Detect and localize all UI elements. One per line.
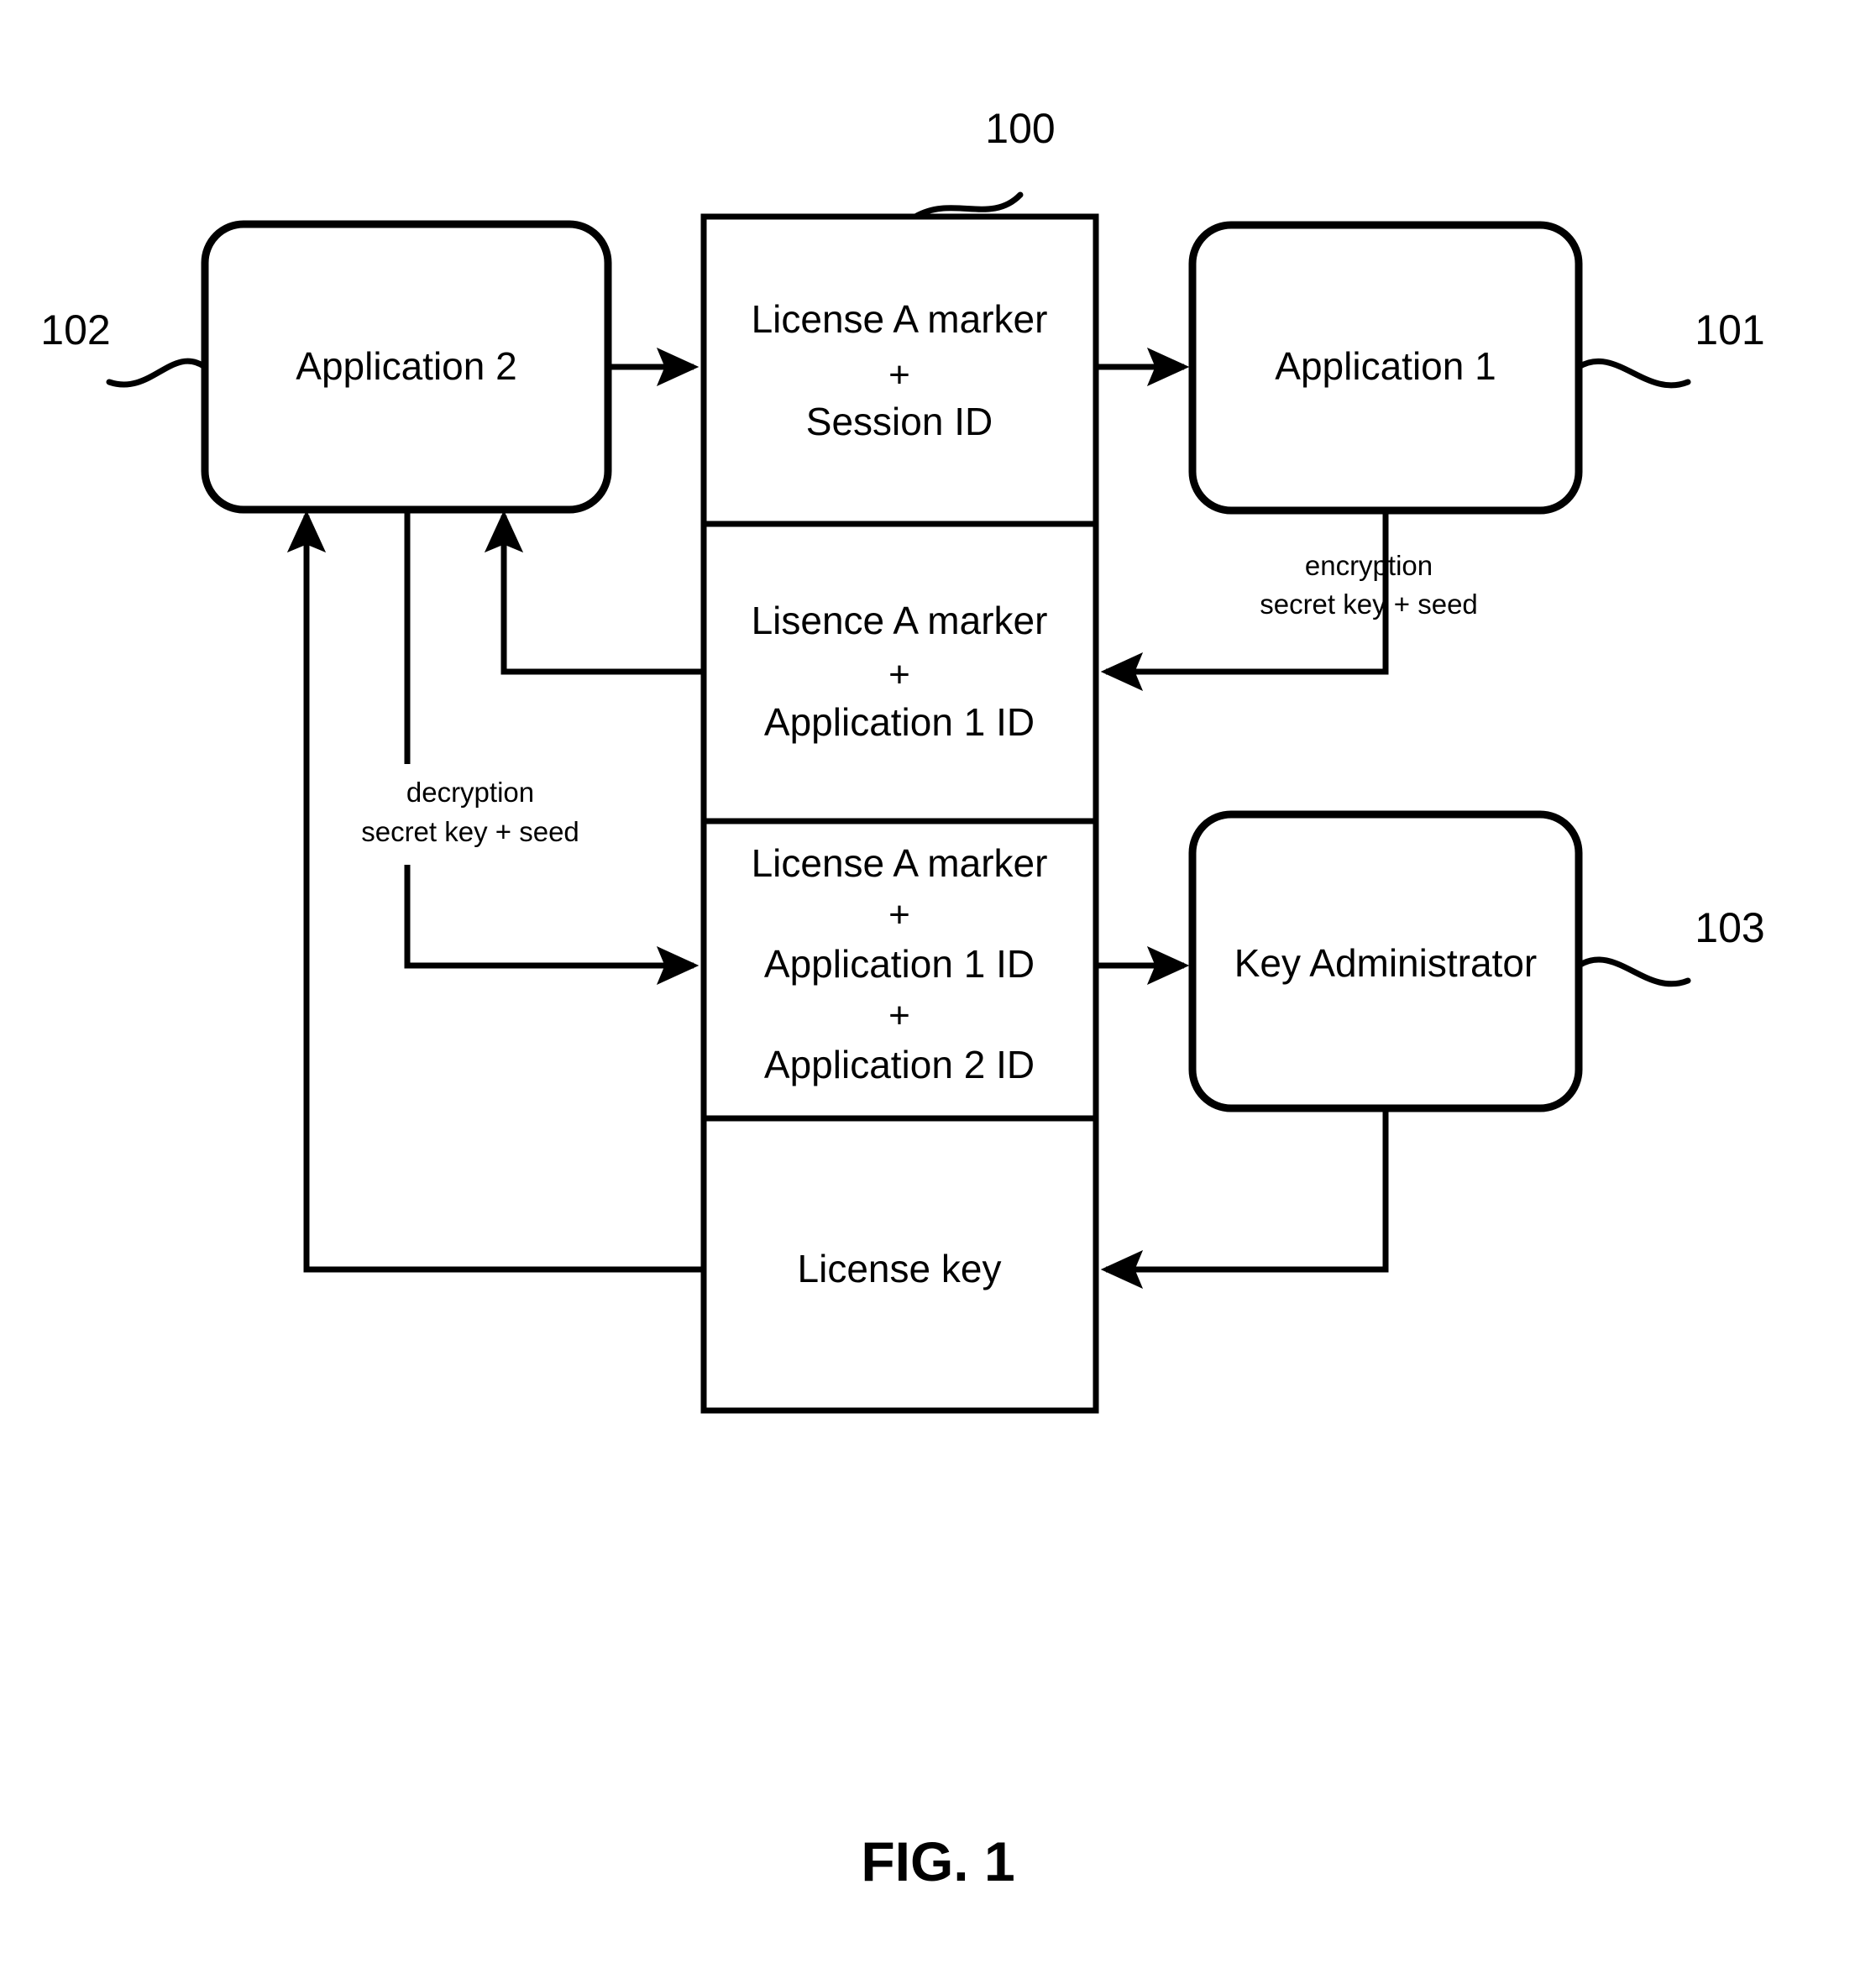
stack-row-2-line-2: + bbox=[888, 654, 910, 695]
reference-label-102: 102 bbox=[40, 306, 110, 353]
encryption-annotation-line-1: encryption bbox=[1305, 550, 1433, 581]
figure-caption: FIG. 1 bbox=[861, 1830, 1014, 1892]
connector-row2-to-app2 bbox=[484, 510, 704, 675]
application-2-label: Application 2 bbox=[296, 344, 516, 388]
node-application-1: Application 1 101 bbox=[1188, 221, 1765, 515]
encryption-annotation-line-2: secret key + seed bbox=[1260, 589, 1478, 620]
application-1-label: Application 1 bbox=[1275, 344, 1496, 388]
leader-line-103 bbox=[1575, 956, 1691, 987]
key-administrator-label: Key Administrator bbox=[1234, 941, 1537, 985]
stack-row-2-line-3: Application 1 ID bbox=[764, 700, 1035, 744]
node-application-2: Application 2 102 bbox=[40, 220, 612, 514]
stack-row-1-line-1: License A marker bbox=[752, 297, 1048, 341]
stack-row-3-line-5: Application 2 ID bbox=[764, 1043, 1035, 1086]
reference-label-100: 100 bbox=[985, 105, 1055, 152]
leader-line-102 bbox=[106, 358, 208, 388]
stack-row-3-line-3: Application 1 ID bbox=[764, 942, 1035, 986]
stack-row-license-a-app1-app2: License A marker + Application 1 ID + Ap… bbox=[752, 841, 1048, 1086]
stack-row-license-key: License key bbox=[798, 1247, 1002, 1290]
stack-row-3-line-1: License A marker bbox=[752, 841, 1048, 885]
stack-row-1-line-2: + bbox=[888, 354, 910, 395]
stack-row-3-line-2: + bbox=[888, 894, 910, 935]
stack-row-3-line-4: + bbox=[888, 995, 910, 1036]
stack-row-1-line-3: Session ID bbox=[806, 400, 993, 443]
stack-row-4-line-1: License key bbox=[798, 1247, 1002, 1290]
node-key-administrator: Key Administrator 103 bbox=[1188, 810, 1765, 1112]
decryption-annotation-line-2: secret key + seed bbox=[361, 816, 579, 847]
encryption-annotation: encryption secret key + seed bbox=[1260, 550, 1478, 620]
decryption-annotation-line-1: decryption bbox=[406, 777, 534, 808]
connector-keyadmin-to-row4 bbox=[1100, 1108, 1389, 1290]
decryption-annotation: decryption secret key + seed bbox=[361, 777, 579, 847]
connector-app2-to-row3-lower bbox=[404, 865, 700, 986]
message-stack-outline bbox=[700, 213, 1099, 1414]
stack-row-2-line-1: Lisence A marker bbox=[752, 599, 1048, 642]
leader-line-101 bbox=[1575, 359, 1691, 389]
message-stack: License A marker + Session ID Lisence A … bbox=[700, 105, 1099, 1414]
leader-line-100 bbox=[912, 191, 1024, 220]
reference-label-101: 101 bbox=[1695, 306, 1764, 353]
figure-canvas: License A marker + Session ID Lisence A … bbox=[40, 105, 1765, 1892]
patent-figure-page: License A marker + Session ID Lisence A … bbox=[0, 0, 1876, 1968]
reference-label-103: 103 bbox=[1695, 904, 1764, 951]
